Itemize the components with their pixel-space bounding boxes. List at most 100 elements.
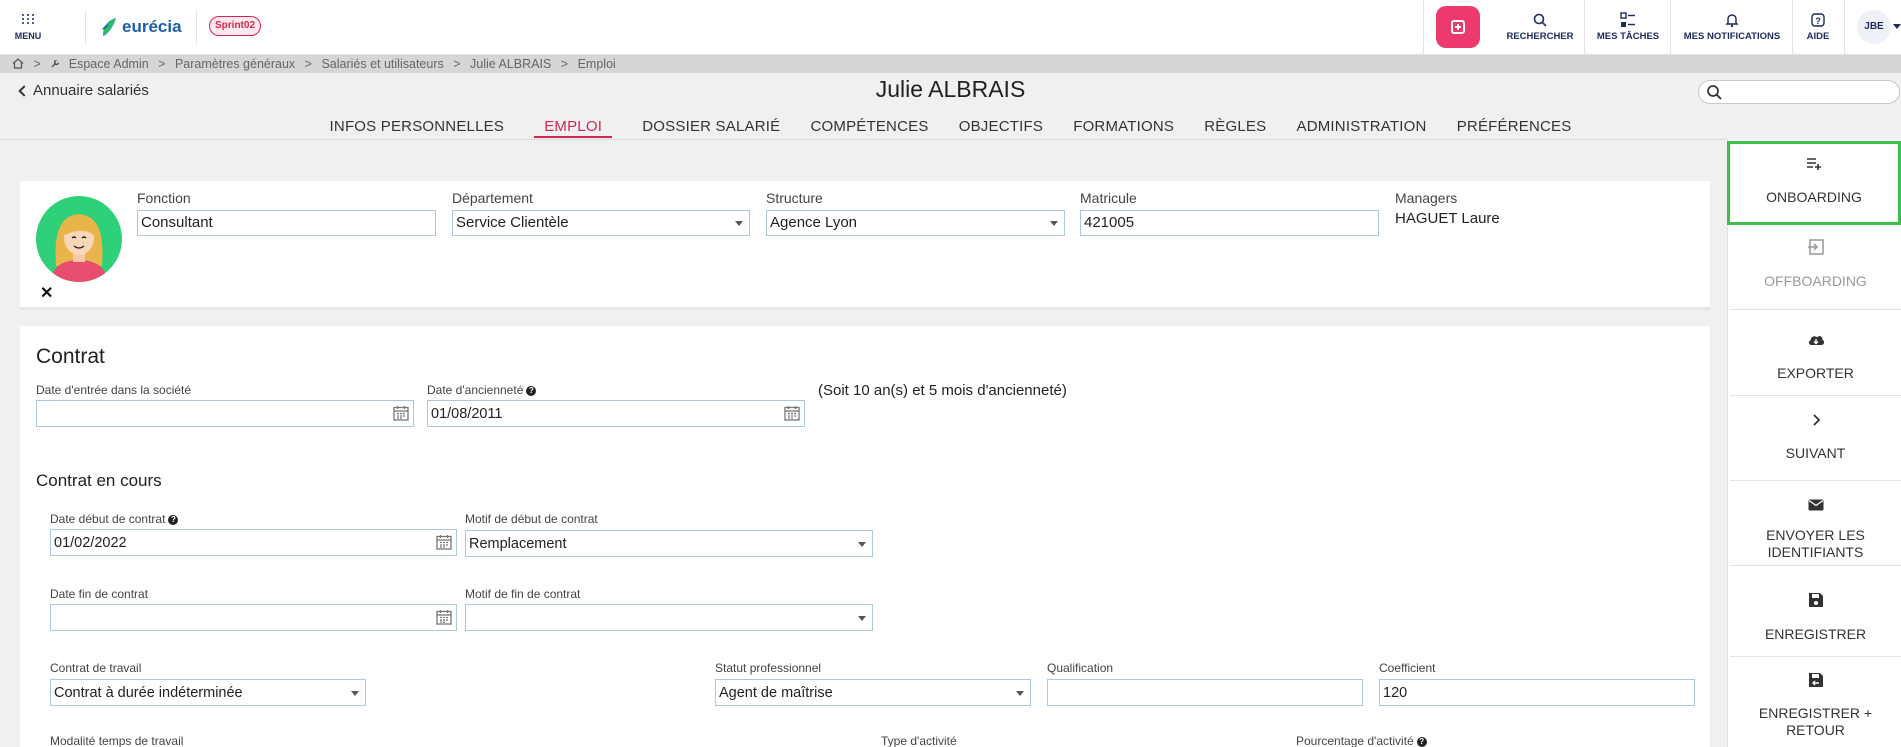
tab-administration[interactable]: ADMINISTRATION <box>1297 118 1427 138</box>
tab-dossier-salarie[interactable]: DOSSIER SALARIÉ <box>642 118 780 138</box>
managers-label: Managers <box>1395 190 1458 206</box>
avatar[interactable] <box>36 196 122 282</box>
grid-icon <box>22 14 34 24</box>
chevron-down-icon[interactable] <box>1893 24 1901 29</box>
breadcrumb: > Espace Admin > Paramètres généraux > S… <box>0 55 1901 73</box>
export-button[interactable]: EXPORTER <box>1730 311 1901 396</box>
motif-debut-select[interactable]: Remplacement <box>465 530 873 557</box>
save-button[interactable]: ENREGISTRER <box>1730 567 1901 657</box>
next-button[interactable]: SUIVANT <box>1730 397 1901 481</box>
tasks-icon <box>1620 12 1635 27</box>
fonction-field: Fonction Consultant <box>137 190 436 236</box>
contrat-travail-label: Contrat de travail <box>50 661 142 675</box>
managers-value[interactable]: HAGUET Laure <box>1395 210 1595 227</box>
save-return-icon <box>1808 673 1823 687</box>
tasks-action[interactable]: MES TÂCHES <box>1586 0 1670 55</box>
svg-text:?: ? <box>1815 16 1821 26</box>
departement-field: Département Service Clientèle <box>452 190 750 236</box>
matricule-field: Matricule 421005 <box>1080 190 1379 236</box>
calendar-icon[interactable] <box>784 405 800 421</box>
managers-field: Managers HAGUET Laure <box>1395 190 1595 227</box>
date-debut-label-text: Date début de contrat <box>50 512 166 526</box>
tab-objectifs[interactable]: OBJECTIFS <box>959 118 1043 138</box>
send-credentials-button[interactable]: ENVOYER LES IDENTIFIANTS <box>1730 482 1901 566</box>
search-input[interactable] <box>1698 80 1900 104</box>
tab-emploi[interactable]: EMPLOI <box>534 118 613 138</box>
user-avatar[interactable]: JBE <box>1857 10 1891 44</box>
date-debut-label: Date début de contrat? <box>50 512 179 526</box>
search-action[interactable]: RECHERCHER <box>1500 0 1580 55</box>
breadcrumb-item: Emploi <box>577 57 616 71</box>
breadcrumb-item[interactable]: Julie ALBRAIS <box>470 57 551 71</box>
motif-fin-label: Motif de fin de contrat <box>465 587 581 601</box>
home-icon[interactable] <box>12 58 24 69</box>
breadcrumb-separator: > <box>560 57 569 71</box>
breadcrumb-separator: > <box>304 57 312 71</box>
quick-add-button[interactable] <box>1436 6 1480 48</box>
onboarding-button[interactable]: ONBOARDING <box>1727 141 1901 225</box>
date-entree-input[interactable] <box>36 400 414 427</box>
breadcrumb-separator: > <box>33 57 41 71</box>
help-icon[interactable]: ? <box>168 515 179 525</box>
tab-regles[interactable]: RÈGLES <box>1204 118 1266 138</box>
breadcrumb-item[interactable]: Salariés et utilisateurs <box>321 57 443 71</box>
page-title: Julie ALBRAIS <box>875 76 1026 102</box>
breadcrumb-item[interactable]: Paramètres généraux <box>175 57 295 71</box>
date-anciennete-input[interactable]: 01/08/2011 <box>427 400 805 427</box>
calendar-icon[interactable] <box>436 534 452 550</box>
pourcentage-label-text: Pourcentage d'activité <box>1296 734 1414 747</box>
help-action[interactable]: ? AIDE <box>1794 0 1842 55</box>
envelope-icon <box>1808 499 1823 511</box>
cloud-download-icon <box>1808 336 1824 345</box>
tab-formations[interactable]: FORMATIONS <box>1073 118 1174 138</box>
notifications-action[interactable]: MES NOTIFICATIONS <box>1672 0 1792 55</box>
section-title: Contrat <box>36 345 105 368</box>
date-fin-label: Date fin de contrat <box>50 587 149 601</box>
fonction-input[interactable]: Consultant <box>137 210 436 236</box>
date-debut-input[interactable]: 01/02/2022 <box>50 529 457 556</box>
motif-fin-select[interactable] <box>465 604 873 631</box>
offboarding-button[interactable]: OFFBOARDING <box>1730 226 1901 310</box>
qualification-label: Qualification <box>1047 661 1114 675</box>
add-icon <box>1451 20 1465 34</box>
notifications-action-label: MES NOTIFICATIONS <box>1683 31 1781 42</box>
search-action-label: RECHERCHER <box>1506 31 1574 42</box>
divider <box>196 10 197 44</box>
date-anciennete-value: 01/08/2011 <box>431 406 503 422</box>
matricule-input[interactable]: 421005 <box>1080 210 1379 236</box>
remove-photo-button[interactable]: ✕ <box>40 283 53 303</box>
send-credentials-label: ENVOYER LES IDENTIFIANTS <box>1766 527 1865 560</box>
help-icon[interactable]: ? <box>1416 737 1427 747</box>
divider <box>1584 0 1585 55</box>
top-bar: MENU eurécia Sprint02 RECHERCHER MES TÂC… <box>0 0 1901 55</box>
employee-avatar-icon <box>50 214 108 282</box>
statut-select[interactable]: Agent de maîtrise <box>715 679 1031 706</box>
save-return-button[interactable]: ENREGISTRER + RETOUR <box>1730 658 1901 747</box>
departement-select[interactable]: Service Clientèle <box>452 210 750 236</box>
structure-select[interactable]: Agence Lyon <box>766 210 1065 236</box>
playlist-add-icon <box>1807 158 1821 170</box>
calendar-icon[interactable] <box>393 405 409 421</box>
next-label: SUIVANT <box>1785 445 1846 461</box>
tab-preferences[interactable]: PRÉFÉRENCES <box>1457 118 1572 138</box>
qualification-input[interactable] <box>1047 679 1363 706</box>
anciennete-summary: (Soit 10 an(s) et 5 mois d'ancienneté) <box>818 382 1067 399</box>
date-fin-input[interactable] <box>50 604 457 631</box>
coefficient-input[interactable]: 120 <box>1379 679 1695 706</box>
tasks-action-label: MES TÂCHES <box>1596 31 1660 42</box>
date-anciennete-label-text: Date d'ancienneté <box>427 383 524 397</box>
save-label: ENREGISTRER <box>1764 626 1867 642</box>
leaf-icon <box>102 18 116 36</box>
logo[interactable]: eurécia <box>100 14 182 40</box>
help-icon: ? <box>1811 13 1825 27</box>
divider <box>1670 0 1671 55</box>
contrat-travail-select[interactable]: Contrat à durée indéterminée <box>50 679 366 706</box>
tab-infos-personnelles[interactable]: INFOS PERSONNELLES <box>330 118 504 138</box>
calendar-icon[interactable] <box>436 609 452 625</box>
sprint-badge: Sprint02 <box>209 16 262 36</box>
breadcrumb-item[interactable]: Espace Admin <box>69 57 149 71</box>
help-icon[interactable]: ? <box>526 386 537 396</box>
tab-competences[interactable]: COMPÉTENCES <box>810 118 928 138</box>
search-icon <box>1533 13 1547 27</box>
menu-button[interactable]: MENU <box>0 0 56 55</box>
